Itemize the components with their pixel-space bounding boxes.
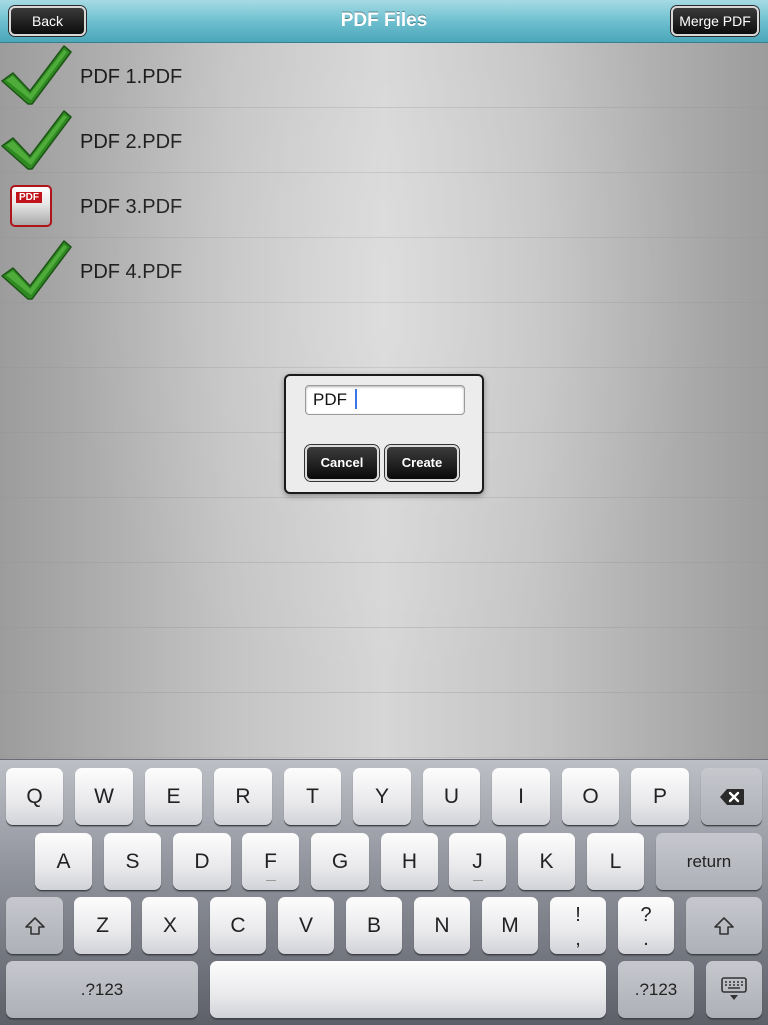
key-j[interactable]: J <box>449 833 506 890</box>
merge-pdf-button[interactable]: Merge PDF <box>671 6 759 36</box>
backspace-key[interactable] <box>701 768 762 825</box>
empty-row <box>0 498 768 563</box>
home-row-marker <box>265 880 276 881</box>
file-name: PDF 4.PDF <box>80 261 183 283</box>
key-w[interactable]: W <box>75 768 133 825</box>
shift-icon <box>714 914 734 937</box>
key-exclamation-comma[interactable]: ! , <box>550 897 606 954</box>
key-r[interactable]: R <box>214 768 272 825</box>
filename-input-value: PDF <box>313 390 352 409</box>
hide-keyboard-key[interactable] <box>706 961 762 1018</box>
numbers-key-right[interactable]: .?123 <box>618 961 694 1018</box>
file-row-pdf-1[interactable]: PDF 1.PDF <box>0 43 768 108</box>
key-j-label: J <box>472 850 483 873</box>
key-o[interactable]: O <box>562 768 619 825</box>
file-row-pdf-2[interactable]: PDF 2.PDF <box>0 108 768 173</box>
file-name: PDF 1.PDF <box>80 66 183 88</box>
cancel-button[interactable]: Cancel <box>305 445 379 481</box>
empty-row <box>0 693 768 758</box>
key-i[interactable]: I <box>492 768 550 825</box>
key-s[interactable]: S <box>104 833 161 890</box>
key-k[interactable]: K <box>518 833 575 890</box>
pdf-file-icon: PDF <box>0 173 72 238</box>
empty-row <box>0 303 768 368</box>
checkmark-icon <box>0 108 72 173</box>
key-p[interactable]: P <box>631 768 689 825</box>
key-u[interactable]: U <box>423 768 480 825</box>
key-period-label: . <box>643 928 649 950</box>
create-pdf-dialog: PDF Cancel Create <box>284 374 484 494</box>
checkmark-icon <box>0 43 72 108</box>
text-caret <box>354 389 357 409</box>
file-row-pdf-4[interactable]: PDF 4.PDF <box>0 238 768 303</box>
empty-row <box>0 628 768 693</box>
key-question-label: ? <box>640 904 652 926</box>
key-q[interactable]: Q <box>6 768 63 825</box>
key-x[interactable]: X <box>142 897 198 954</box>
key-f-label: F <box>264 850 277 873</box>
key-y[interactable]: Y <box>353 768 411 825</box>
create-button[interactable]: Create <box>385 445 459 481</box>
navigation-bar: Back PDF Files Merge PDF <box>0 0 768 43</box>
file-name: PDF 3.PDF <box>80 196 183 218</box>
key-b[interactable]: B <box>346 897 402 954</box>
return-key[interactable]: return <box>656 833 762 890</box>
checkmark-icon <box>0 238 72 303</box>
keyboard-dismiss-icon <box>721 977 747 1001</box>
shift-key-left[interactable] <box>6 897 63 954</box>
key-m[interactable]: M <box>482 897 538 954</box>
key-f[interactable]: F <box>242 833 299 890</box>
key-a[interactable]: A <box>35 833 92 890</box>
on-screen-keyboard: Q W E R T Y U I O P A S D F G H J K L re… <box>0 759 768 1025</box>
key-t[interactable]: T <box>284 768 341 825</box>
key-n[interactable]: N <box>414 897 470 954</box>
key-h[interactable]: H <box>381 833 438 890</box>
key-comma-label: , <box>575 928 581 950</box>
file-name: PDF 2.PDF <box>80 131 183 153</box>
key-g[interactable]: G <box>311 833 369 890</box>
pdf-badge-label: PDF <box>16 192 42 203</box>
key-e[interactable]: E <box>145 768 202 825</box>
key-v[interactable]: V <box>278 897 334 954</box>
key-exclamation-label: ! <box>575 904 581 926</box>
shift-icon <box>24 914 45 937</box>
space-bar[interactable] <box>210 961 606 1018</box>
empty-row <box>0 563 768 628</box>
shift-key-right[interactable] <box>686 897 762 954</box>
key-l[interactable]: L <box>587 833 644 890</box>
file-row-pdf-3[interactable]: PDF PDF 3.PDF <box>0 173 768 238</box>
key-z[interactable]: Z <box>74 897 131 954</box>
key-question-period[interactable]: ? . <box>618 897 674 954</box>
home-row-marker <box>472 880 483 881</box>
numbers-key-left[interactable]: .?123 <box>6 961 198 1018</box>
backspace-icon <box>719 771 745 805</box>
filename-input[interactable]: PDF <box>305 385 465 415</box>
key-c[interactable]: C <box>210 897 266 954</box>
key-d[interactable]: D <box>173 833 231 890</box>
page-title: PDF Files <box>340 10 428 31</box>
